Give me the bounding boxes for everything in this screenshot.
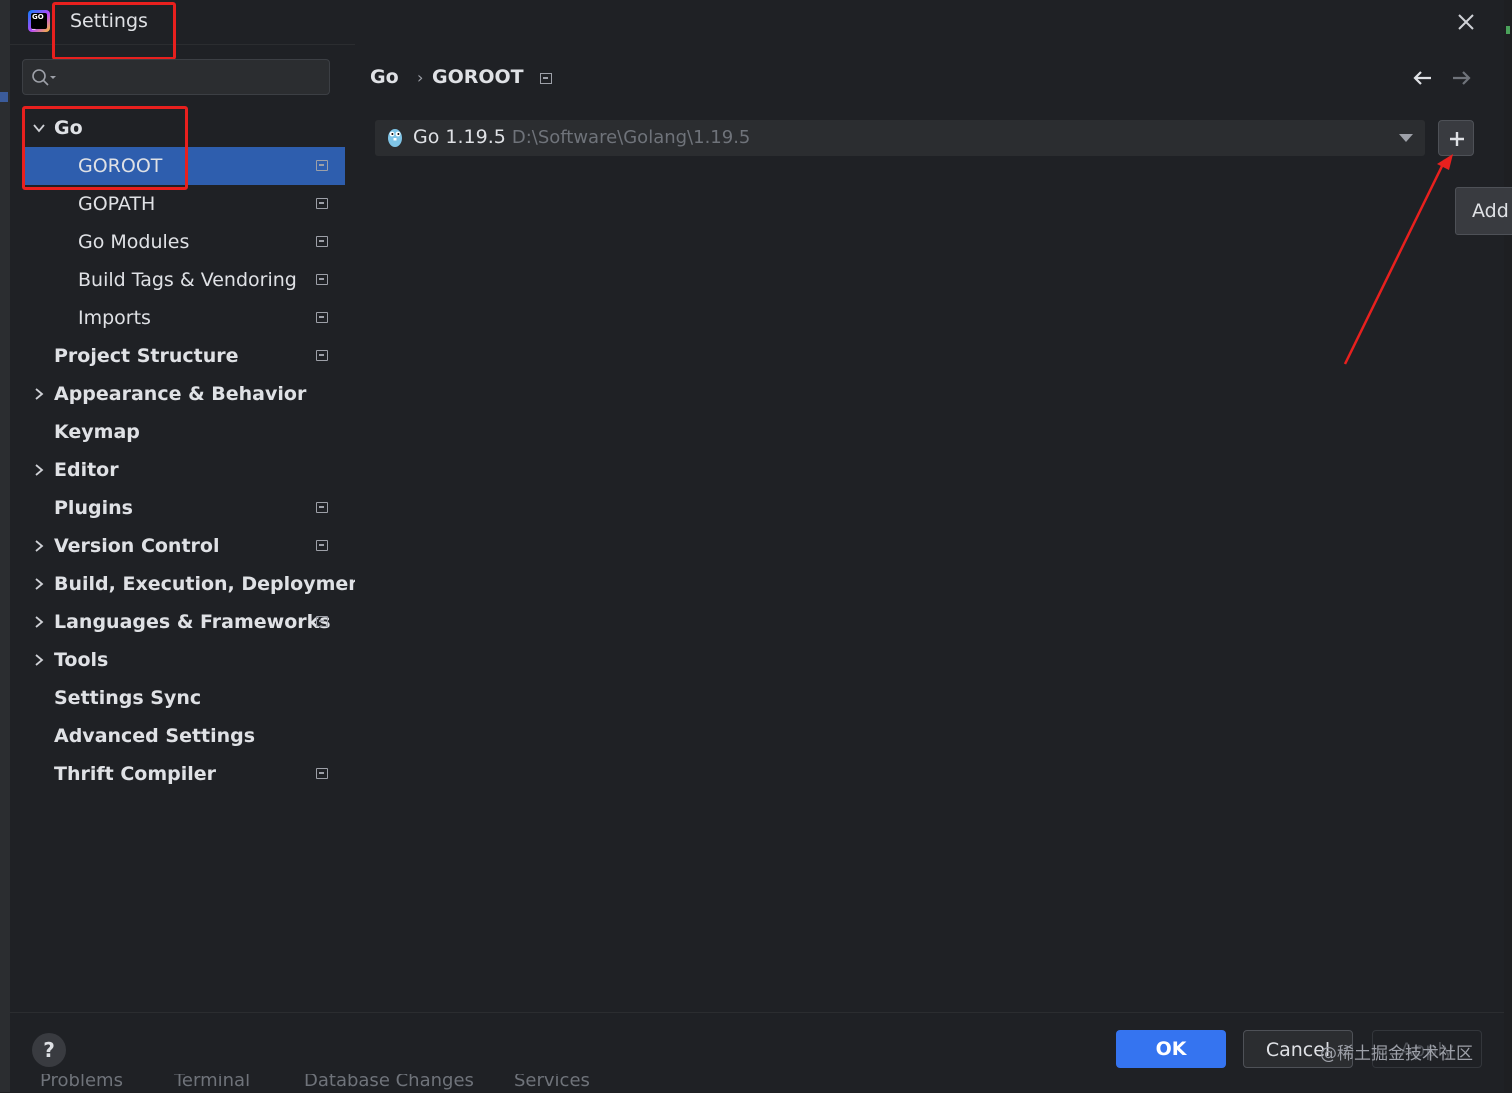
search-icon <box>32 69 56 86</box>
tree-item-advanced-settings[interactable]: Advanced Settings <box>10 717 345 755</box>
watermark: @稀土掘金技术社区 <box>1320 1044 1473 1064</box>
chevron-right-icon[interactable] <box>32 653 46 667</box>
tree-item-label: Go <box>54 117 83 139</box>
ok-button[interactable]: OK <box>1116 1030 1226 1068</box>
tool-window-database-changes[interactable]: Database Changes <box>304 1074 474 1091</box>
tree-item-settings-sync[interactable]: Settings Sync <box>10 679 345 717</box>
project-scope-icon <box>316 198 328 209</box>
ide-left-edge <box>0 0 10 1092</box>
chevron-right-icon[interactable] <box>32 463 46 477</box>
tree-item-label: Languages & Frameworks <box>54 611 331 633</box>
tree-item-thrift-compiler[interactable]: Thrift Compiler <box>10 755 345 793</box>
tree-item-label: Go Modules <box>78 231 190 253</box>
tool-window-bar: Problems Terminal Database Changes Servi… <box>0 1074 700 1092</box>
ide-right-edge <box>1504 0 1512 1092</box>
tree-item-version-control[interactable]: Version Control <box>10 527 345 565</box>
tool-window-services[interactable]: Services <box>514 1074 590 1091</box>
tree-item-label: Plugins <box>54 497 133 519</box>
project-scope-icon <box>316 768 328 779</box>
tree-item-project-structure[interactable]: Project Structure <box>10 337 345 375</box>
tree-item-label: Tools <box>54 649 109 671</box>
tree-item-label: Editor <box>54 459 119 481</box>
chevron-right-icon[interactable] <box>32 615 46 629</box>
tree-item-build-tags-vendoring[interactable]: Build Tags & Vendoring <box>10 261 345 299</box>
tree-item-imports[interactable]: Imports <box>10 299 345 337</box>
tree-item-keymap[interactable]: Keymap <box>10 413 345 451</box>
tree-item-label: Advanced Settings <box>54 725 256 747</box>
project-scope-icon <box>316 502 328 513</box>
tool-window-problems[interactable]: Problems <box>40 1074 123 1091</box>
goland-logo-icon: GO _ <box>28 10 50 32</box>
project-scope-icon <box>316 540 328 551</box>
tree-item-label: Version Control <box>54 535 220 557</box>
project-scope-icon <box>316 274 328 285</box>
close-icon[interactable] <box>1454 10 1478 34</box>
tree-item-label: Build, Execution, Deployment <box>54 573 371 595</box>
title-bar: GO _ Settings <box>10 0 1504 45</box>
chevron-right-icon[interactable] <box>32 539 46 553</box>
tree-item-gopath[interactable]: GOPATH <box>10 185 345 223</box>
tree-item-label: Project Structure <box>54 345 239 367</box>
tree-item-plugins[interactable]: Plugins <box>10 489 345 527</box>
settings-search-input[interactable] <box>22 59 330 95</box>
project-scope-icon <box>316 312 328 323</box>
tool-window-terminal[interactable]: Terminal <box>174 1074 250 1091</box>
tree-item-label: Imports <box>78 307 151 329</box>
chevron-right-icon[interactable] <box>32 577 46 591</box>
tree-item-build-execution-deployment[interactable]: Build, Execution, Deployment <box>10 565 371 603</box>
tree-item-label: Thrift Compiler <box>54 763 217 785</box>
tree-item-languages-frameworks[interactable]: Languages & Frameworks <box>10 603 345 641</box>
chevron-down-icon[interactable] <box>32 121 46 135</box>
tree-item-appearance-behavior[interactable]: Appearance & Behavior <box>10 375 345 413</box>
tree-item-label: GOROOT <box>78 155 163 177</box>
chevron-right-icon[interactable] <box>32 387 46 401</box>
window-title: Settings <box>70 10 148 32</box>
tree-item-label: Build Tags & Vendoring <box>78 269 297 291</box>
tree-item-goroot[interactable]: GOROOT <box>22 147 345 185</box>
settings-dialog: GO _ Settings Go GOROOT GOPATH Go Modules Bui… <box>10 0 1512 1092</box>
tree-item-tools[interactable]: Tools <box>10 641 345 679</box>
project-scope-icon <box>316 160 328 171</box>
tree-item-label: Appearance & Behavior <box>54 383 307 405</box>
help-button[interactable]: ? <box>32 1033 66 1067</box>
project-scope-icon <box>316 616 328 627</box>
content-panel: Go › GOROOT Go 1.19.5 D:\Software\Golang\… <box>355 44 1512 1012</box>
annotation-arrow <box>1343 154 1453 365</box>
tree-item-go[interactable]: Go <box>10 109 345 147</box>
project-scope-icon <box>316 236 328 247</box>
tree-item-go-modules[interactable]: Go Modules <box>10 223 345 261</box>
tree-item-editor[interactable]: Editor <box>10 451 345 489</box>
tree-item-label: Keymap <box>54 421 140 443</box>
tree-item-label: GOPATH <box>78 193 156 215</box>
edge-marker <box>0 92 8 102</box>
project-scope-icon <box>316 350 328 361</box>
tree-item-label: Settings Sync <box>54 687 202 709</box>
